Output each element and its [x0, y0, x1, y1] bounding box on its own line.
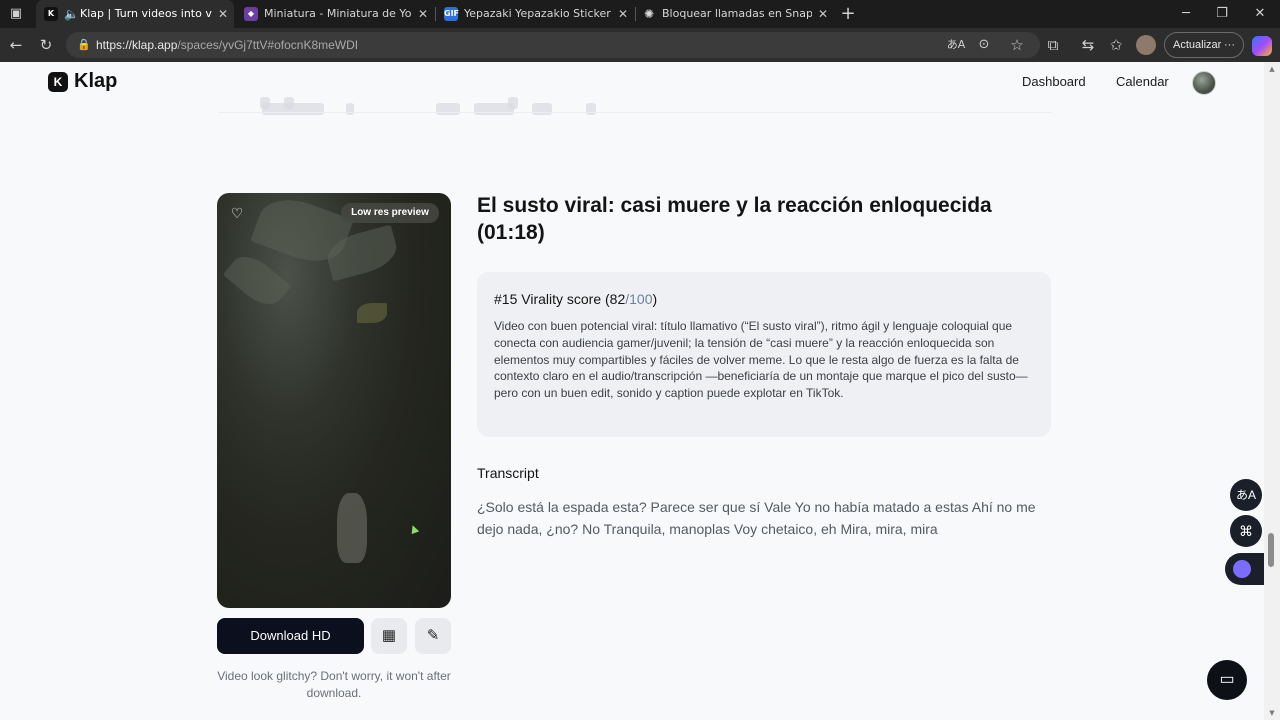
extensions-icon[interactable]: ⧉ — [1043, 35, 1063, 55]
video-preview[interactable]: ♡ Low res preview — [217, 193, 451, 608]
url-text[interactable]: https://klap.app/spaces/yvGj7ttV#ofocnK8… — [96, 32, 358, 58]
favorite-heart-icon[interactable]: ♡ — [229, 205, 245, 221]
klap-page: K Klap Dashboard Calendar ♡ Low res prev… — [0, 62, 1264, 720]
score-max: /100 — [625, 291, 653, 307]
new-tab-icon[interactable]: + — [838, 4, 858, 24]
gif-icon: GIF — [444, 7, 459, 21]
site-header: K Klap Dashboard Calendar — [0, 62, 1264, 102]
clip-title: El susto viral: casi muere y la reacción… — [477, 194, 992, 244]
scroll-up-icon[interactable]: ▲ — [1266, 64, 1278, 74]
glitch-note: Video look glitchy? Don't worry, it won'… — [217, 669, 451, 700]
address-bar[interactable]: 🔒 https://klap.app/spaces/yvGj7ttV#ofocn… — [66, 32, 1040, 58]
close-tab-icon[interactable]: ✕ — [818, 0, 828, 28]
score-value: #15 Virality score (82 — [494, 291, 626, 307]
url-host: https://klap.app — [96, 38, 178, 52]
virality-score-heading: #15 Virality score (82/100) — [494, 291, 657, 307]
split-screen-icon[interactable]: ⇆ — [1078, 35, 1098, 55]
schedule-calendar-button[interactable]: ▦ — [371, 618, 407, 654]
bot-face-icon — [1233, 560, 1251, 578]
download-hd-button[interactable]: Download HD — [217, 618, 364, 654]
chat-support-icon[interactable]: ▭ — [1207, 660, 1247, 700]
tab-title: Klap | Turn videos into viral s — [80, 7, 212, 20]
translate-icon[interactable]: あA — [946, 35, 966, 55]
tab-yepazaki[interactable]: GIF Yepazaki Yepazakio Sticker - YEPA ✕ — [436, 0, 634, 28]
more-menu-icon[interactable]: ··· — [1224, 33, 1235, 57]
tab-title: Bloquear llamadas en Snapchat — [662, 7, 812, 20]
site-info-icon[interactable]: 🔒 — [76, 37, 92, 53]
assistant-bot-button[interactable] — [1225, 553, 1264, 585]
close-tab-icon[interactable]: ✕ — [218, 0, 228, 28]
copilot-icon[interactable] — [1252, 36, 1272, 56]
score-close: ) — [652, 291, 658, 307]
restore-icon[interactable]: ❐ — [1212, 4, 1232, 24]
speaker-icon[interactable]: 🔈 — [64, 0, 79, 28]
back-icon[interactable]: ← — [6, 35, 26, 55]
scroll-down-icon[interactable]: ▼ — [1266, 708, 1278, 718]
chatgpt-icon: ✺ — [643, 7, 655, 21]
profile-avatar[interactable] — [1136, 35, 1156, 55]
scrollbar-thumb[interactable] — [1268, 533, 1274, 567]
page-scrollbar[interactable] — [1264, 62, 1280, 720]
tab-title: Yepazaki Yepazakio Sticker - YEPA — [464, 7, 612, 20]
virality-description: Video con buen potencial viral: título l… — [494, 319, 1028, 401]
low-res-preview-badge: Low res preview — [341, 203, 439, 223]
url-path: /spaces/yvGj7ttV#ofocnK8meWDI — [177, 38, 359, 52]
shield-icon: ◆ — [244, 7, 258, 21]
nav-dashboard[interactable]: Dashboard — [1022, 74, 1086, 89]
browser-tab-bar: ▣ K 🔈 Klap | Turn videos into viral s ✕ … — [0, 0, 1280, 28]
mouse-cursor — [408, 523, 420, 535]
tab-title: Miniatura - Miniatura de YouTube — [264, 7, 412, 20]
virality-score-card: #15 Virality score (82/100) Video con bu… — [477, 272, 1051, 437]
tab-actions-icon[interactable]: ▣ — [6, 4, 26, 24]
close-tab-icon[interactable]: ✕ — [618, 0, 628, 28]
tab-klap[interactable]: K 🔈 Klap | Turn videos into viral s ✕ — [36, 0, 234, 28]
close-tab-icon[interactable]: ✕ — [418, 0, 428, 28]
more-options-circle-icon[interactable]: ⊙ — [974, 35, 994, 55]
translate-float-icon[interactable]: あA — [1230, 479, 1262, 511]
pencil-icon: ✎ — [426, 627, 440, 644]
nav-calendar[interactable]: Calendar — [1116, 74, 1169, 89]
klap-icon: K — [44, 7, 58, 21]
calendar-icon: ▦ — [381, 627, 397, 644]
previous-clip-edge — [218, 97, 1052, 115]
close-window-icon[interactable]: ✕ — [1250, 4, 1270, 24]
apps-grid-icon[interactable]: ⌘ — [1230, 515, 1262, 547]
minimize-icon[interactable]: ─ — [1176, 4, 1196, 24]
user-avatar[interactable] — [1192, 71, 1216, 95]
tab-snapchat[interactable]: ✺ Bloquear llamadas en Snapchat ✕ — [634, 0, 834, 28]
logo-text[interactable]: Klap — [74, 70, 117, 93]
transcript-label: Transcript — [477, 465, 539, 481]
edit-button[interactable]: ✎ — [415, 618, 451, 654]
browser-toolbar: ← ↻ 🔒 https://klap.app/spaces/yvGj7ttV#o… — [0, 28, 1280, 62]
favorite-star-icon[interactable]: ☆ — [1007, 35, 1027, 55]
klap-logo-icon[interactable]: K — [48, 72, 68, 92]
tab-miniatura[interactable]: ◆ Miniatura - Miniatura de YouTube ✕ — [236, 0, 434, 28]
refresh-icon[interactable]: ↻ — [36, 35, 56, 55]
favorites-icon[interactable]: ✩ — [1106, 35, 1126, 55]
update-button[interactable]: Actualizar ··· — [1164, 32, 1244, 58]
transcript-text: ¿Solo está la espada esta? Parece ser qu… — [477, 499, 1036, 537]
update-label: Actualizar — [1173, 39, 1222, 51]
